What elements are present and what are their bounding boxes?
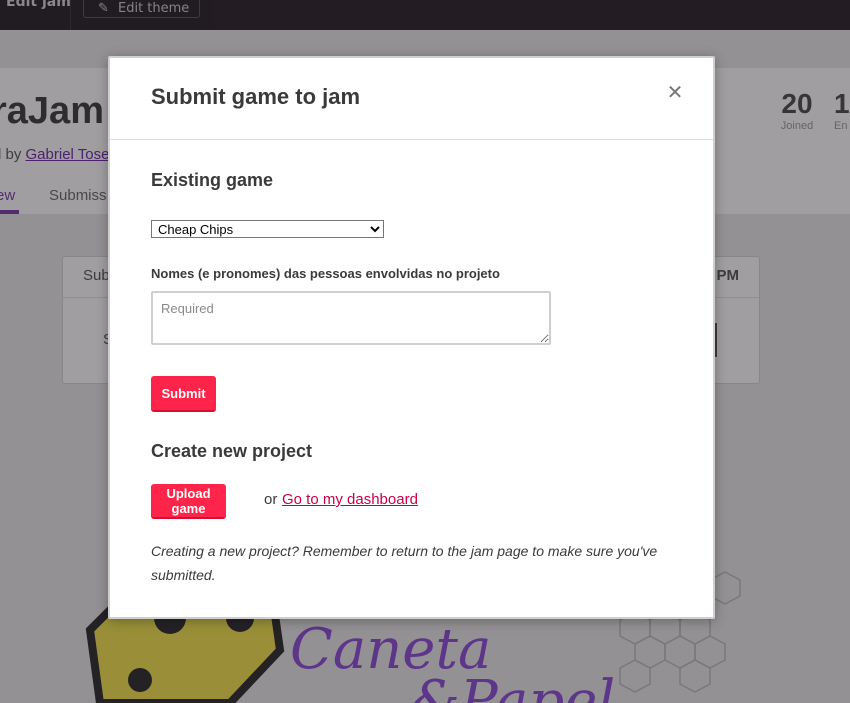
modal-title: Submit game to jam [151, 84, 361, 109]
existing-game-heading: Existing game [151, 170, 274, 190]
close-icon[interactable]: ✕ [665, 82, 685, 102]
existing-game-select[interactable]: Cheap Chips [151, 220, 384, 238]
modal-header: Submit game to jam ✕ [110, 58, 713, 140]
new-project-note: Creating a new project? Remember to retu… [151, 543, 658, 583]
create-project-heading: Create new project [151, 441, 313, 461]
or-text: or [264, 491, 278, 508]
upload-game-button[interactable]: Upload game [151, 484, 226, 519]
submit-button[interactable]: Submit [151, 376, 216, 412]
names-input[interactable] [151, 291, 551, 345]
submit-game-modal: Submit game to jam ✕ Existing game Cheap… [108, 56, 715, 619]
dashboard-link[interactable]: Go to my dashboard [282, 491, 418, 508]
names-field-label: Nomes (e pronomes) das pessoas envolvida… [151, 266, 500, 281]
